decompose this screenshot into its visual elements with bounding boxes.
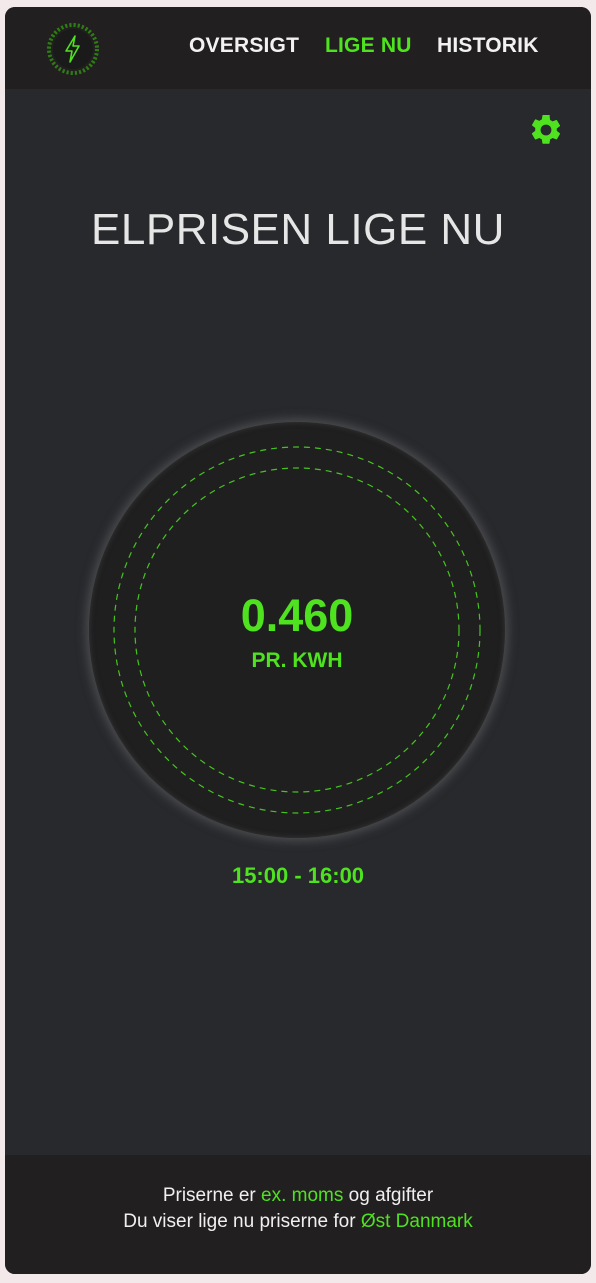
nav-oversigt[interactable]: OVERSIGT <box>189 34 299 58</box>
price-gauge: 0.460 PR. KWH <box>89 422 505 838</box>
footer: Priserne er ex. moms og afgifter Du vise… <box>5 1155 591 1274</box>
vat-notice-suffix: og afgifter <box>343 1185 434 1206</box>
time-range: 15:00 - 16:00 <box>231 863 365 888</box>
nav-historik[interactable]: HISTORIK <box>437 34 539 58</box>
lightning-bolt-icon[interactable] <box>47 23 99 75</box>
vat-notice: Priserne er ex. moms og afgifter <box>5 1185 591 1207</box>
region-notice: Du viser lige nu priserne for Øst Danmar… <box>5 1211 591 1233</box>
top-navigation-bar: OVERSIGT LIGE NU HISTORIK <box>5 7 591 89</box>
region-notice-prefix: Du viser lige nu priserne for <box>123 1211 361 1232</box>
page-title: ELPRISEN LIGE NU <box>91 205 505 254</box>
price-value: 0.460 <box>240 590 354 641</box>
price-unit: PR. KWH <box>251 649 343 672</box>
vat-status-link[interactable]: ex. moms <box>261 1185 343 1206</box>
gear-icon[interactable] <box>528 112 564 148</box>
app-window: OVERSIGT LIGE NU HISTORIK ELPRISEN LIGE … <box>5 7 591 1274</box>
nav-lige-nu[interactable]: LIGE NU <box>325 34 412 58</box>
vat-notice-prefix: Priserne er <box>162 1185 262 1206</box>
region-link[interactable]: Øst Danmark <box>361 1211 473 1232</box>
